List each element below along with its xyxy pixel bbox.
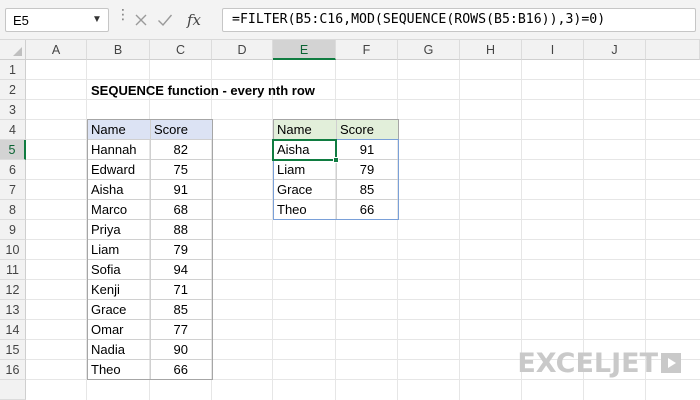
table-cell-name[interactable]: Hannah xyxy=(87,140,150,160)
formula-bar: E5 ▼ ⋮ fx =FILTER(B5:C16,MOD(SEQUENCE(RO… xyxy=(0,0,700,40)
source_table-header-score[interactable]: Score xyxy=(150,120,212,140)
table-cell-name[interactable]: Grace xyxy=(87,300,150,320)
fx-icon[interactable]: fx xyxy=(180,8,208,32)
table-cell-score[interactable]: 85 xyxy=(150,300,212,320)
gridline-horizontal xyxy=(26,79,700,80)
fill-handle[interactable] xyxy=(333,157,339,163)
table-cell-score[interactable]: 79 xyxy=(150,240,212,260)
table-cell-score[interactable]: 68 xyxy=(150,200,212,220)
table-cell-score[interactable]: 94 xyxy=(150,260,212,280)
table-cell-score[interactable]: 66 xyxy=(150,360,212,380)
table-cell-score[interactable]: 91 xyxy=(150,180,212,200)
enter-icon[interactable] xyxy=(154,8,176,32)
chevron-down-icon[interactable]: ▼ xyxy=(91,13,103,27)
select-all-button[interactable] xyxy=(0,40,26,60)
worksheet: ABCDEFGHIJ 1 2 3 4 5 6 7 8 9 10 11 12 13 14 15 16 SEQUE… xyxy=(0,40,700,400)
row-header-16[interactable]: 16 xyxy=(0,360,26,380)
row-header-15[interactable]: 15 xyxy=(0,340,26,360)
active-cell-selection[interactable] xyxy=(272,139,337,161)
row-header-10[interactable]: 10 xyxy=(0,240,26,260)
gridline-vertical xyxy=(272,60,273,400)
formula-bar-buttons: fx xyxy=(128,8,218,32)
table-cell-name[interactable]: Marco xyxy=(87,200,150,220)
exceljet-logo: EXCELJET xyxy=(517,347,684,379)
row-header-3[interactable]: 3 xyxy=(0,100,26,120)
column-header-a[interactable]: A xyxy=(26,40,87,60)
table-cell-name[interactable]: Sofia xyxy=(87,260,150,280)
table-cell-score[interactable]: 75 xyxy=(150,160,212,180)
row-header-9[interactable]: 9 xyxy=(0,220,26,240)
column-header-overflow xyxy=(646,40,700,60)
row-header-6[interactable]: 6 xyxy=(0,160,26,180)
table-cell-name[interactable]: Edward xyxy=(87,160,150,180)
table-cell-name[interactable]: Theo xyxy=(87,360,150,380)
column-header-e[interactable]: E xyxy=(273,40,336,60)
name-box-value: E5 xyxy=(13,13,29,28)
row-header-13[interactable]: 13 xyxy=(0,300,26,320)
column-header-c[interactable]: C xyxy=(150,40,212,60)
table-cell-name[interactable]: Nadia xyxy=(87,340,150,360)
table-cell-score[interactable]: 71 xyxy=(150,280,212,300)
gridline-vertical xyxy=(335,60,336,400)
table-cell-name[interactable]: Liam xyxy=(87,240,150,260)
table-cell-score[interactable]: 77 xyxy=(150,320,212,340)
table-cell-score[interactable]: 90 xyxy=(150,340,212,360)
row-header-4[interactable]: 4 xyxy=(0,120,26,140)
column-header-b[interactable]: B xyxy=(87,40,150,60)
column-header-g[interactable]: G xyxy=(398,40,460,60)
formula-text: =FILTER(B5:C16,MOD(SEQUENCE(ROWS(B5:B16)… xyxy=(232,12,606,27)
formula-input[interactable]: =FILTER(B5:C16,MOD(SEQUENCE(ROWS(B5:B16)… xyxy=(222,8,696,32)
row-header-overflow xyxy=(0,380,26,400)
row-header-2[interactable]: 2 xyxy=(0,80,26,100)
gridline-vertical xyxy=(459,60,460,400)
column-header-j[interactable]: J xyxy=(584,40,646,60)
table-cell-score[interactable]: 82 xyxy=(150,140,212,160)
row-header-5[interactable]: 5 xyxy=(0,140,26,160)
logo-mark-icon xyxy=(661,353,681,373)
cancel-icon[interactable] xyxy=(130,8,152,32)
sheet-title[interactable]: SEQUENCE function - every nth row xyxy=(87,81,319,101)
result_table-header-score[interactable]: Score xyxy=(336,120,398,140)
column-header-h[interactable]: H xyxy=(460,40,522,60)
name-box[interactable]: E5 ▼ xyxy=(5,8,109,32)
table-cell-name[interactable]: Omar xyxy=(87,320,150,340)
column-header-f[interactable]: F xyxy=(336,40,398,60)
row-header-7[interactable]: 7 xyxy=(0,180,26,200)
table-cell-name[interactable]: Aisha xyxy=(87,180,150,200)
row-header-8[interactable]: 8 xyxy=(0,200,26,220)
table-cell-name[interactable]: Priya xyxy=(87,220,150,240)
column-header-i[interactable]: I xyxy=(522,40,584,60)
row-header-14[interactable]: 14 xyxy=(0,320,26,340)
logo-text: EXCELJET xyxy=(517,347,658,379)
row-header-11[interactable]: 11 xyxy=(0,260,26,280)
more-options-icon[interactable]: ⋮ xyxy=(116,7,130,30)
result_table-header-name[interactable]: Name xyxy=(273,120,336,140)
row-header-12[interactable]: 12 xyxy=(0,280,26,300)
gridline-vertical xyxy=(397,60,398,400)
column-header-d[interactable]: D xyxy=(212,40,273,60)
source_table-header-name[interactable]: Name xyxy=(87,120,150,140)
row-header-1[interactable]: 1 xyxy=(0,60,26,80)
table-cell-name[interactable]: Kenji xyxy=(87,280,150,300)
table-cell-score[interactable]: 88 xyxy=(150,220,212,240)
